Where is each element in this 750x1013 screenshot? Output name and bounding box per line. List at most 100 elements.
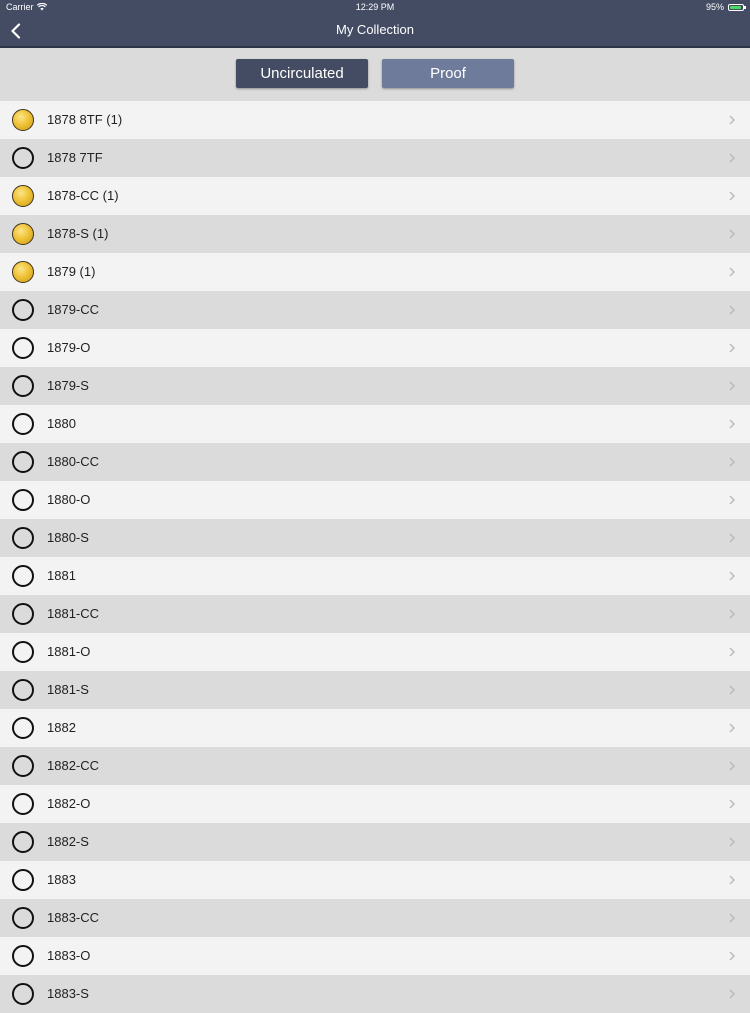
- coin-owned-icon: [12, 185, 34, 207]
- coin-label: 1878-S (1): [47, 226, 109, 241]
- coin-empty-icon: [12, 299, 34, 321]
- page-title: My Collection: [335, 22, 415, 37]
- coin-label: 1878 7TF: [47, 150, 103, 165]
- segment-uncirculated[interactable]: Uncirculated: [236, 59, 368, 88]
- battery-icon: [728, 3, 746, 11]
- list-item[interactable]: 1879-S: [0, 367, 750, 405]
- coin-empty-icon: [12, 375, 34, 397]
- coin-label: 1878 8TF (1): [47, 112, 123, 127]
- chevron-right-icon: [729, 761, 735, 771]
- coin-empty-icon: [12, 945, 34, 967]
- coin-empty-icon: [12, 755, 34, 777]
- coin-empty-icon: [12, 337, 34, 359]
- chevron-right-icon: [729, 457, 735, 467]
- list-item[interactable]: 1883: [0, 861, 750, 899]
- coin-label: 1883: [47, 872, 76, 887]
- coin-empty-icon: [12, 717, 34, 739]
- coin-empty-icon: [12, 679, 34, 701]
- coin-empty-icon: [12, 641, 34, 663]
- list-item[interactable]: 1881-CC: [0, 595, 750, 633]
- list-item[interactable]: 1882: [0, 709, 750, 747]
- status-bar: Carrier 12:29 PM 95%: [0, 0, 750, 14]
- chevron-right-icon: [729, 837, 735, 847]
- list-item[interactable]: 1878 8TF (1): [0, 101, 750, 139]
- coin-list: 1878 8TF (1) 1878 7TF 1878-CC (1) 1878-S (1…: [0, 101, 750, 1013]
- chevron-right-icon: [729, 685, 735, 695]
- chevron-right-icon: [729, 419, 735, 429]
- coin-label: 1883-S: [47, 986, 89, 1001]
- list-item[interactable]: 1883-O: [0, 937, 750, 975]
- chevron-right-icon: [729, 495, 735, 505]
- coin-label: 1881-O: [47, 644, 91, 659]
- chevron-right-icon: [729, 913, 735, 923]
- chevron-right-icon: [729, 229, 735, 239]
- coin-empty-icon: [12, 565, 34, 587]
- coin-empty-icon: [12, 831, 34, 853]
- chevron-right-icon: [729, 343, 735, 353]
- battery-indicator: 95%: [705, 0, 746, 14]
- navigation-bar: Carrier 12:29 PM 95% My Collection: [0, 0, 750, 48]
- list-item[interactable]: 1878-S (1): [0, 215, 750, 253]
- list-item[interactable]: 1881-O: [0, 633, 750, 671]
- coin-empty-icon: [12, 527, 34, 549]
- coin-label: 1880-O: [47, 492, 91, 507]
- list-item[interactable]: 1882-CC: [0, 747, 750, 785]
- chevron-right-icon: [729, 951, 735, 961]
- coin-owned-icon: [12, 109, 34, 131]
- coin-label: 1881: [47, 568, 76, 583]
- coin-label: 1879-S: [47, 378, 89, 393]
- coin-label: 1881-S: [47, 682, 89, 697]
- coin-label: 1880: [47, 416, 76, 431]
- coin-label: 1880-CC: [47, 454, 100, 469]
- coin-empty-icon: [12, 907, 34, 929]
- coin-label: 1882: [47, 720, 76, 735]
- coin-label: 1881-CC: [47, 606, 100, 621]
- list-item[interactable]: 1882-O: [0, 785, 750, 823]
- list-item[interactable]: 1879-O: [0, 329, 750, 367]
- chevron-right-icon: [729, 647, 735, 657]
- chevron-right-icon: [729, 533, 735, 543]
- coin-empty-icon: [12, 147, 34, 169]
- coin-empty-icon: [12, 869, 34, 891]
- list-item[interactable]: 1878-CC (1): [0, 177, 750, 215]
- list-item[interactable]: 1882-S: [0, 823, 750, 861]
- chevron-right-icon: [729, 723, 735, 733]
- list-item[interactable]: 1878 7TF: [0, 139, 750, 177]
- chevron-right-icon: [729, 153, 735, 163]
- coin-empty-icon: [12, 489, 34, 511]
- coin-label: 1882-O: [47, 796, 91, 811]
- list-item[interactable]: 1880: [0, 405, 750, 443]
- coin-label: 1882-CC: [47, 758, 100, 773]
- chevron-right-icon: [729, 267, 735, 277]
- segment-proof[interactable]: Proof: [382, 59, 514, 88]
- chevron-right-icon: [729, 305, 735, 315]
- coin-owned-icon: [12, 223, 34, 245]
- battery-percent: 95%: [705, 2, 724, 12]
- coin-label: 1882-S: [47, 834, 89, 849]
- coin-label: 1880-S: [47, 530, 89, 545]
- chevron-right-icon: [729, 381, 735, 391]
- coin-empty-icon: [12, 451, 34, 473]
- chevron-right-icon: [729, 875, 735, 885]
- coin-empty-icon: [12, 603, 34, 625]
- list-item[interactable]: 1883-CC: [0, 899, 750, 937]
- list-item[interactable]: 1881-S: [0, 671, 750, 709]
- chevron-right-icon: [729, 191, 735, 201]
- chevron-right-icon: [729, 989, 735, 999]
- list-item[interactable]: 1880-CC: [0, 443, 750, 481]
- coin-empty-icon: [12, 983, 34, 1005]
- coin-empty-icon: [12, 793, 34, 815]
- coin-empty-icon: [12, 413, 34, 435]
- segmented-control: Uncirculated Proof: [0, 48, 750, 101]
- chevron-right-icon: [729, 609, 735, 619]
- list-item[interactable]: 1883-S: [0, 975, 750, 1013]
- coin-owned-icon: [12, 261, 34, 283]
- list-item[interactable]: 1880-S: [0, 519, 750, 557]
- list-item[interactable]: 1879-CC: [0, 291, 750, 329]
- list-item[interactable]: 1881: [0, 557, 750, 595]
- list-item[interactable]: 1880-O: [0, 481, 750, 519]
- coin-label: 1879-O: [47, 340, 91, 355]
- battery-fill: [730, 5, 742, 9]
- coin-label: 1878-CC (1): [47, 188, 119, 203]
- list-item[interactable]: 1879 (1): [0, 253, 750, 291]
